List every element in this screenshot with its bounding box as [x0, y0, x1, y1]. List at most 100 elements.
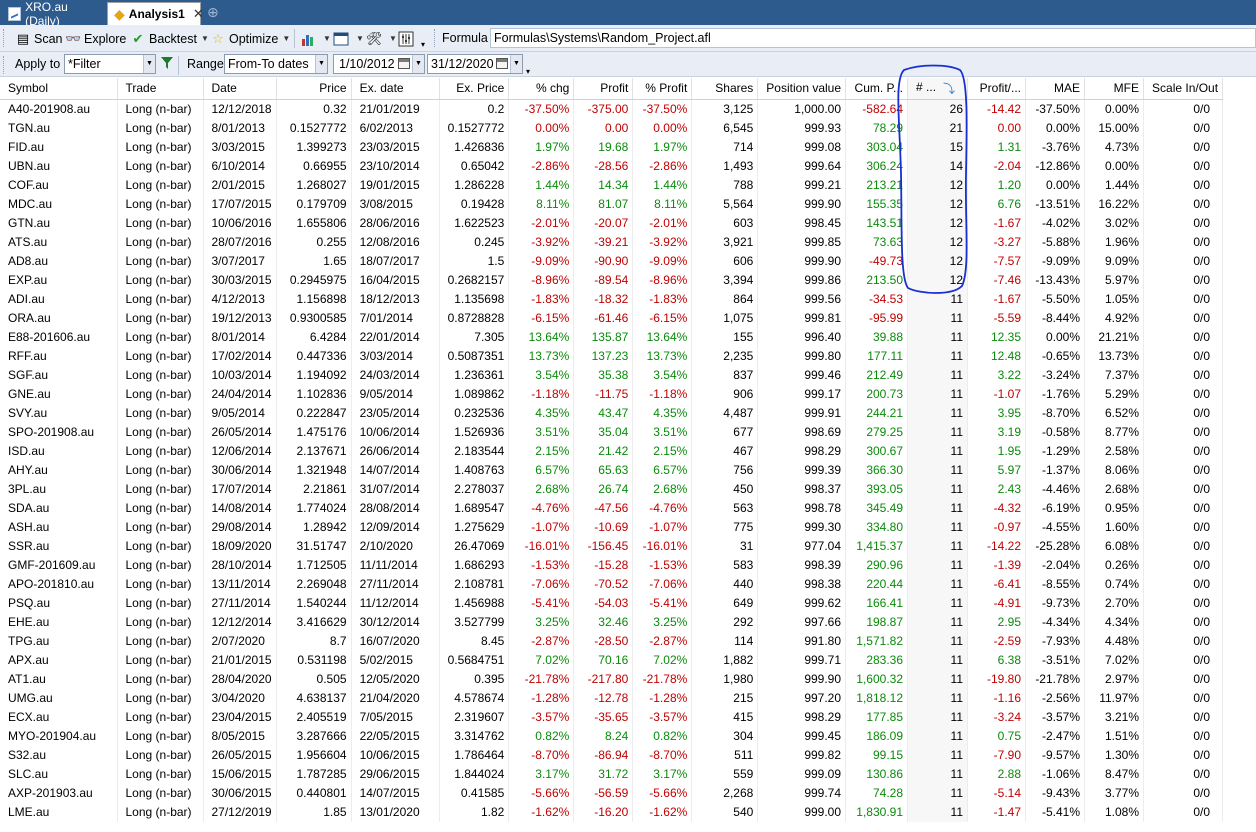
column-header[interactable]: Cum. P... — [845, 78, 909, 100]
chevron-down-icon[interactable]: ▼ — [389, 34, 397, 43]
calendar-icon[interactable] — [496, 58, 508, 69]
table-row[interactable]: APX.au Long (n-bar) 21/01/2015 0.531198 5/02… — [0, 650, 1224, 670]
parameters-button[interactable] — [398, 28, 417, 49]
from-date-picker[interactable]: 1/10/2012 ▼ — [333, 54, 425, 74]
toolbar-grip[interactable] — [434, 29, 437, 47]
column-header[interactable]: Trade — [117, 78, 204, 100]
column-header[interactable]: # ... ⤵ — [907, 78, 969, 100]
column-header[interactable]: MFE — [1084, 78, 1145, 100]
table-row[interactable]: TPG.au Long (n-bar) 2/07/2020 8.7 16/07/2020… — [0, 631, 1224, 651]
column-header[interactable]: Shares — [691, 78, 759, 100]
table-row[interactable]: COF.au Long (n-bar) 2/01/2015 1.268027 19/01… — [0, 175, 1224, 195]
chevron-down-icon[interactable]: ▼ — [510, 55, 522, 73]
table-row[interactable]: ATS.au Long (n-bar) 28/07/2016 0.255 12/08/2… — [0, 232, 1224, 252]
close-icon[interactable]: ✕ — [193, 6, 204, 22]
table-row[interactable]: ASH.au Long (n-bar) 29/08/2014 1.28942 12/09… — [0, 517, 1224, 537]
table-row[interactable]: RFF.au Long (n-bar) 17/02/2014 0.447336 3/03… — [0, 346, 1224, 366]
apply-to-select[interactable]: *Filter ▼ — [64, 54, 156, 74]
column-header[interactable]: Date — [203, 78, 277, 100]
column-header[interactable]: % Profit — [632, 78, 693, 100]
column-header[interactable]: Ex. Price — [439, 78, 510, 100]
table-row[interactable]: SDA.au Long (n-bar) 14/08/2014 1.774024 28/0… — [0, 498, 1224, 518]
column-header[interactable]: Profit/... — [967, 78, 1027, 100]
chevron-down-icon[interactable]: ▼ — [356, 34, 364, 43]
table-cell: 999.81 — [757, 308, 847, 328]
results-view-button[interactable]: ▼ — [333, 28, 364, 49]
table-row[interactable]: AXP-201903.au Long (n-bar) 30/06/2015 0.440… — [0, 783, 1224, 803]
chevron-down-icon[interactable]: ▼ — [143, 55, 155, 73]
table-cell: SLC.au — [0, 764, 118, 784]
column-header[interactable]: Position value — [757, 78, 847, 100]
chevron-down-icon[interactable]: ▼ — [412, 55, 424, 73]
range-select[interactable]: From-To dates ▼ — [224, 54, 328, 74]
table-cell: Long (n-bar) — [117, 384, 204, 404]
table-row[interactable]: SVY.au Long (n-bar) 9/05/2014 0.222847 23/05… — [0, 403, 1224, 423]
table-row[interactable]: 3PL.au Long (n-bar) 17/07/2014 2.21861 31/07… — [0, 479, 1224, 499]
table-row[interactable]: PSQ.au Long (n-bar) 27/11/2014 1.540244 11/1… — [0, 593, 1224, 613]
table-row[interactable]: UMG.au Long (n-bar) 3/04/2020 4.638137 21/04… — [0, 688, 1224, 708]
column-header[interactable]: Price — [276, 78, 352, 100]
table-row[interactable]: ORA.au Long (n-bar) 19/12/2013 0.9300585 7/0… — [0, 308, 1224, 328]
toolbar-grip[interactable] — [3, 56, 6, 74]
results-grid[interactable]: Symbol Trade Date Price Ex. date Ex. Price% c… — [0, 78, 1256, 822]
table-row[interactable]: AD8.au Long (n-bar) 3/07/2017 1.65 18/07/201… — [0, 251, 1224, 271]
table-row[interactable]: A40-201908.au Long (n-bar) 12/12/2018 0.32 2… — [0, 99, 1224, 119]
filter-funnel-icon[interactable] — [161, 57, 173, 70]
table-row[interactable]: GNE.au Long (n-bar) 24/04/2014 1.102836 9/05… — [0, 384, 1224, 404]
table-cell: 0.447336 — [276, 346, 352, 366]
tools-button[interactable]: 🛠 ▼ — [366, 28, 397, 49]
optimize-button[interactable]: ☆ Optimize ▼ — [210, 28, 290, 49]
table-row[interactable]: SLC.au Long (n-bar) 15/06/2015 1.787285 29/0… — [0, 764, 1224, 784]
tab-analysis[interactable]: ◆ Analysis1 ✕ — [107, 2, 204, 25]
report-chart-button[interactable]: ▼ — [300, 28, 331, 49]
formula-path-field[interactable]: Formulas\Systems\Random_Project.afl — [490, 28, 1256, 48]
column-header-label: # ... — [916, 79, 937, 94]
sort-descending-icon[interactable]: ⤵ — [943, 80, 955, 97]
scan-button[interactable]: ▤ Scan — [15, 28, 63, 49]
table-row[interactable]: ADI.au Long (n-bar) 4/12/2013 1.156898 18/12… — [0, 289, 1224, 309]
calendar-icon[interactable] — [398, 58, 410, 69]
column-header[interactable]: Scale In/Out — [1143, 78, 1224, 100]
new-tab-icon[interactable]: ⊕ — [207, 5, 221, 19]
table-cell: -8.70% — [508, 745, 575, 765]
table-row[interactable]: ECX.au Long (n-bar) 23/04/2015 2.405519 7/05… — [0, 707, 1224, 727]
chevron-down-icon[interactable]: ▼ — [315, 55, 327, 73]
column-header[interactable]: Ex. date — [351, 78, 440, 100]
table-row[interactable]: SGF.au Long (n-bar) 10/03/2014 1.194092 24/0… — [0, 365, 1224, 385]
table-row[interactable]: SSR.au Long (n-bar) 18/09/2020 31.51747 2/10… — [0, 536, 1224, 556]
table-row[interactable]: LME.au Long (n-bar) 27/12/2019 1.85 13/01/20… — [0, 802, 1224, 822]
table-row[interactable]: AHY.au Long (n-bar) 30/06/2014 1.321948 14/0… — [0, 460, 1224, 480]
chevron-down-icon[interactable]: ▼ — [282, 34, 290, 43]
table-row[interactable]: MYO-201904.au Long (n-bar) 8/05/2015 3.2876… — [0, 726, 1224, 746]
column-header[interactable]: Symbol — [0, 78, 118, 100]
column-header[interactable]: % chg — [508, 78, 575, 100]
to-date-picker[interactable]: 31/12/2020 ▼ — [427, 54, 523, 74]
table-row[interactable]: FID.au Long (n-bar) 3/03/2015 1.399273 23/03… — [0, 137, 1224, 157]
table-row[interactable]: EHE.au Long (n-bar) 12/12/2014 3.416629 30/1… — [0, 612, 1224, 632]
chevron-down-icon[interactable]: ▼ — [323, 34, 331, 43]
table-cell: -3.24 — [967, 707, 1027, 727]
column-header[interactable]: Profit — [573, 78, 634, 100]
table-row[interactable]: APO-201810.au Long (n-bar) 13/11/2014 2.269… — [0, 574, 1224, 594]
table-row[interactable]: MDC.au Long (n-bar) 17/07/2015 0.179709 3/08… — [0, 194, 1224, 214]
table-cell: Long (n-bar) — [117, 764, 204, 784]
table-row[interactable]: SPO-201908.au Long (n-bar) 26/05/2014 1.475… — [0, 422, 1224, 442]
backtest-button[interactable]: ✔ Backtest ▼ — [130, 28, 209, 49]
table-row[interactable]: UBN.au Long (n-bar) 6/10/2014 0.66955 23/10/… — [0, 156, 1224, 176]
table-cell: 8/05/2015 — [203, 726, 277, 746]
column-header[interactable]: MAE — [1025, 78, 1086, 100]
table-row[interactable]: GMF-201609.au Long (n-bar) 28/10/2014 1.712… — [0, 555, 1224, 575]
table-row[interactable]: GTN.au Long (n-bar) 10/06/2016 1.655806 28/0… — [0, 213, 1224, 233]
table-row[interactable]: S32.au Long (n-bar) 26/05/2015 1.956604 10/0… — [0, 745, 1224, 765]
toolbar-grip[interactable] — [3, 29, 6, 47]
table-row[interactable]: E88-201606.au Long (n-bar) 8/01/2014 6.4284… — [0, 327, 1224, 347]
tab-xro-chart[interactable]: XRO.au (Daily) — [2, 0, 106, 28]
table-cell: 0.505 — [276, 669, 352, 689]
table-row[interactable]: AT1.au Long (n-bar) 28/04/2020 0.505 12/05/2… — [0, 669, 1224, 689]
explore-button[interactable]: 👓 Explore — [65, 28, 126, 49]
table-cell: 714 — [691, 137, 759, 157]
chevron-down-icon[interactable]: ▼ — [201, 34, 209, 43]
table-row[interactable]: TGN.au Long (n-bar) 8/01/2013 0.1527772 6/02… — [0, 118, 1224, 138]
table-row[interactable]: EXP.au Long (n-bar) 30/03/2015 0.2945975 16/… — [0, 270, 1224, 290]
table-row[interactable]: ISD.au Long (n-bar) 12/06/2014 2.137671 26/0… — [0, 441, 1224, 461]
